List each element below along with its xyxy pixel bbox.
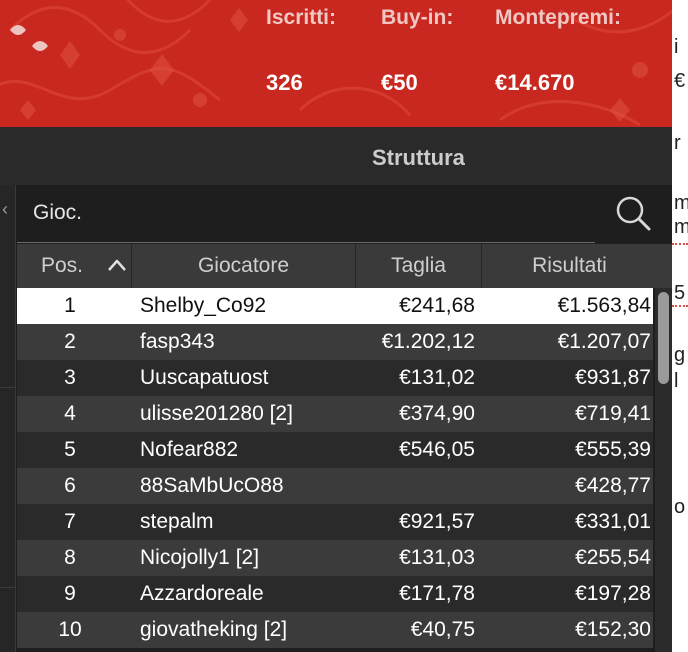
- buyin-label: Buy-in:: [381, 6, 454, 29]
- page-fragment: i: [674, 36, 679, 58]
- buyin-value: €50: [381, 70, 418, 95]
- table-row[interactable]: 3 Uuscapatuost €131,02 €931,87: [17, 360, 653, 396]
- position-cell: 9: [64, 582, 76, 605]
- column-header-pos[interactable]: Pos.: [17, 244, 107, 288]
- column-header-results[interactable]: Risultati: [482, 244, 657, 288]
- player-name-cell: giovatheking [2]: [140, 618, 288, 641]
- result-cell: €255,54: [575, 546, 651, 569]
- stack-size-cell: €40,75: [410, 618, 475, 641]
- table-header: Pos. Giocatore Taglia Risultati: [17, 244, 672, 288]
- player-name-cell: fasp343: [140, 330, 215, 353]
- stack-size-cell: €131,02: [399, 366, 475, 389]
- page-fragment: 5: [674, 282, 686, 304]
- stack-size-cell: €1.202,12: [381, 330, 475, 353]
- position-cell: 7: [64, 510, 76, 533]
- result-cell: €931,87: [575, 366, 651, 389]
- table-row[interactable]: 1 Shelby_Co92 €241,68 €1.563,84: [17, 288, 653, 324]
- table-body: 1 Shelby_Co92 €241,68 €1.563,84 2 fasp343 €1.2…: [17, 288, 653, 652]
- position-cell: 6: [64, 474, 76, 497]
- background-page-strip: i € r m m 5 g l o: [672, 0, 688, 652]
- prizepool-value: €14.670: [495, 70, 575, 95]
- stack-size-cell: €241,68: [399, 294, 475, 317]
- tournament-panel: Iscritti: 326 Buy-in: €50 Montepremi: €1…: [0, 0, 672, 652]
- stack-size-cell: €171,78: [399, 582, 475, 605]
- player-search-input[interactable]: [33, 195, 593, 231]
- player-name-cell: Shelby_Co92: [140, 294, 267, 317]
- result-cell: €555,39: [575, 438, 651, 461]
- table-row[interactable]: 8 Nicojolly1 [2] €131,03 €255,54: [17, 540, 653, 576]
- players-table: Pos. Giocatore Taglia Risultati 1 Shelby_…: [17, 244, 672, 652]
- divider: [0, 587, 16, 588]
- result-cell: €197,28: [575, 582, 651, 605]
- table-row[interactable]: 5 Nofear882 €546,05 €555,39: [17, 432, 653, 468]
- tab-struttura[interactable]: Struttura: [372, 145, 465, 171]
- result-cell: €152,30: [575, 618, 651, 641]
- stack-size-cell: €921,57: [399, 510, 475, 533]
- result-cell: €719,41: [575, 402, 651, 425]
- result-cell: €1.563,84: [557, 294, 651, 317]
- chevron-left-icon[interactable]: ‹: [2, 199, 8, 220]
- result-cell: €428,77: [575, 474, 651, 497]
- result-cell: €331,01: [575, 510, 651, 533]
- divider: [0, 387, 16, 388]
- position-cell: 3: [64, 366, 76, 389]
- player-name-cell: Nofear882: [140, 438, 239, 461]
- sort-ascending-icon[interactable]: [107, 258, 127, 272]
- prizepool-label: Montepremi:: [495, 6, 621, 29]
- position-cell: 2: [64, 330, 76, 353]
- page-fragment: €: [674, 70, 686, 92]
- position-cell: 10: [58, 618, 82, 641]
- player-name-cell: Nicojolly1 [2]: [140, 546, 260, 569]
- table-row[interactable]: 10 giovatheking [2] €40,75 €152,30: [17, 612, 653, 648]
- table-scrollbar[interactable]: [655, 288, 672, 652]
- spellcheck-underline: [672, 242, 688, 245]
- player-name-cell: Uuscapatuost: [140, 366, 269, 389]
- player-name-cell: ulisse201280 [2]: [140, 402, 293, 425]
- result-cell: €1.207,07: [557, 330, 651, 353]
- stack-size-cell: €131,03: [399, 546, 475, 569]
- page-fragment: l: [674, 370, 679, 392]
- player-name-cell: 88SaMbUcO88: [140, 474, 284, 497]
- page-fragment: m: [674, 216, 688, 238]
- player-search-bar: [17, 185, 672, 243]
- page-fragment: g: [674, 344, 686, 366]
- position-cell: 1: [64, 294, 76, 317]
- position-cell: 5: [64, 438, 76, 461]
- page-fragment: m: [674, 192, 688, 214]
- table-row[interactable]: 2 fasp343 €1.202,12 €1.207,07: [17, 324, 653, 360]
- column-header-size[interactable]: Taglia: [356, 244, 481, 288]
- stack-size-cell: €546,05: [399, 438, 475, 461]
- entrants-value: 326: [266, 70, 303, 95]
- player-name-cell: stepalm: [140, 510, 214, 533]
- entrants-label: Iscritti:: [266, 6, 337, 29]
- player-name-cell: Azzardoreale: [140, 582, 264, 605]
- scrollbar-thumb[interactable]: [658, 292, 669, 384]
- column-header-player[interactable]: Giocatore: [132, 244, 355, 288]
- table-row[interactable]: 7 stepalm €921,57 €331,01: [17, 504, 653, 540]
- tournament-banner: Iscritti: 326 Buy-in: €50 Montepremi: €1…: [0, 0, 672, 127]
- page-fragment: r: [674, 132, 681, 154]
- table-row[interactable]: 6 88SaMbUcO88 €428,77: [17, 468, 653, 504]
- position-cell: 4: [64, 402, 76, 425]
- page-fragment: o: [674, 496, 686, 518]
- table-row[interactable]: 4 ulisse201280 [2] €374,90 €719,41: [17, 396, 653, 432]
- search-underline: [17, 242, 595, 243]
- stack-size-cell: €374,90: [399, 402, 475, 425]
- position-cell: 8: [64, 546, 76, 569]
- left-collapsed-column: ‹: [0, 185, 16, 652]
- tab-bar: Struttura: [0, 127, 672, 185]
- table-row[interactable]: 9 Azzardoreale €171,78 €197,28: [17, 576, 653, 612]
- spellcheck-underline: [672, 304, 688, 307]
- search-icon[interactable]: [613, 193, 653, 233]
